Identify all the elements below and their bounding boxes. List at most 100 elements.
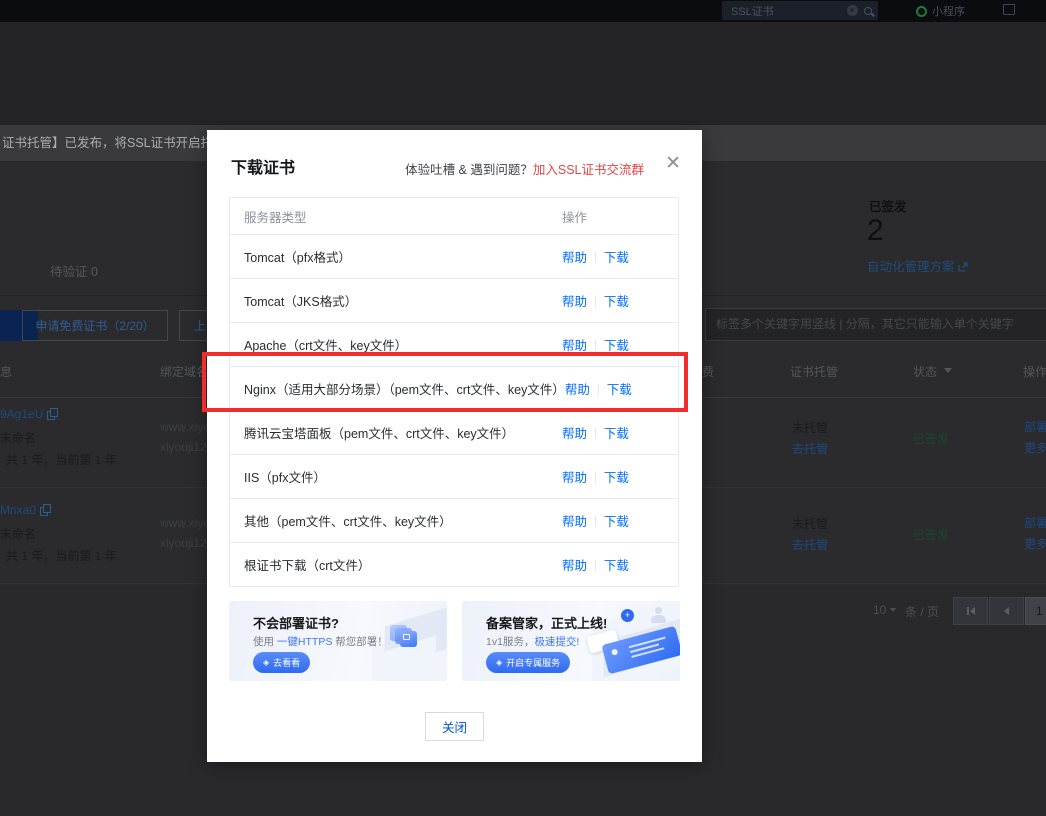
first-page-button[interactable] — [953, 597, 988, 625]
divider: | — [594, 558, 597, 571]
open-service-button[interactable]: ◈ 开启专属服务 — [486, 652, 571, 673]
table-row-tomcat-pfx: Tomcat（pfx格式） 帮助 | 下载 — [230, 234, 678, 278]
more-link[interactable]: 更多 — [1024, 535, 1046, 552]
promo-card-icp-butler[interactable]: + 备案管家，正式上线! 1v1服务，极速提交! ◈ 开启专属服务 — [462, 601, 680, 681]
page-background-upper — [0, 22, 1046, 125]
col-fee-fragment: 费 — [702, 365, 715, 379]
join-group-link[interactable]: 加入SSL证书交流群 — [533, 163, 644, 177]
hosting-state: 未托管 — [792, 517, 829, 531]
server-type-table: 服务器类型 操作 Tomcat（pfx格式） 帮助 | 下载 Tomcat（JKS格… — [229, 197, 679, 587]
apply-free-cert-button[interactable]: 申请免费证书（2/20） — [22, 310, 168, 341]
col-cert-hosting: 证书托管 — [790, 365, 839, 379]
search-value: SSL证书 — [731, 5, 774, 18]
col-bound-domain: 绑定域名 — [160, 365, 209, 379]
deploy-link[interactable]: 部署 — [1024, 418, 1046, 435]
divider: | — [596, 382, 600, 395]
download-link[interactable]: 下载 — [604, 291, 629, 310]
close-button[interactable]: 关闭 — [425, 712, 484, 741]
domain-line: www.xiyo — [160, 420, 211, 434]
help-link[interactable]: 帮助 — [562, 291, 587, 310]
auto-manage-link[interactable]: 自动化管理方案 — [867, 256, 968, 275]
download-link[interactable]: 下载 — [604, 335, 629, 354]
col-action: 操作 — [1023, 365, 1046, 379]
table-header-row: 服务器类型 操作 — [230, 198, 678, 234]
cert-id-link[interactable]: Mnxa0 — [0, 503, 52, 517]
chevron-down-icon — [890, 608, 897, 612]
issued-label: 已签发 — [869, 200, 907, 214]
help-link[interactable]: 帮助 — [562, 467, 587, 486]
divider: | — [594, 294, 597, 307]
help-link[interactable]: 帮助 — [562, 423, 587, 442]
issued-count: 2 — [867, 214, 884, 247]
table-row-other: 其他（pem文件、crt文件、key文件） 帮助 | 下载 — [230, 498, 678, 542]
col-info-fragment: 息 — [0, 365, 13, 379]
server-type-label: Apache（crt文件、key文件） — [244, 339, 408, 353]
table-row-bt-panel: 腾讯云宝塔面板（pem文件、crt文件、key文件） 帮助 | 下载 — [230, 410, 678, 454]
go-hosting-link[interactable]: 去托管 — [792, 440, 828, 457]
compass-icon: ◈ — [263, 657, 270, 667]
download-link[interactable]: 下载 — [604, 247, 629, 266]
divider: | — [594, 470, 597, 483]
more-link[interactable]: 更多 — [1024, 439, 1046, 456]
top-nav-bar: SSL证书 小程序 — [0, 0, 1046, 22]
cert-validity: ：共 1 年，当前第 1 年 — [0, 453, 117, 467]
clear-icon[interactable] — [847, 5, 858, 16]
cert-name: 未命名 — [0, 431, 37, 445]
copy-icon[interactable] — [40, 504, 52, 516]
search-icon[interactable] — [864, 6, 872, 15]
close-icon[interactable]: ✕ — [665, 154, 681, 173]
help-link[interactable]: 帮助 — [562, 335, 587, 354]
help-link[interactable]: 帮助 — [562, 247, 587, 266]
download-link[interactable]: 下载 — [604, 511, 629, 530]
server-type-label: 其他（pem文件、crt文件、key文件） — [244, 515, 452, 529]
tag-filter-input[interactable]: 标签多个关键字用竖线 | 分隔，其它只能输入单个关键字 — [705, 308, 1046, 341]
feedback-text: 体验吐槽 & 遇到问题？加入SSL证书交流群 — [405, 163, 644, 177]
cert-id-link[interactable]: 9Ag1eU — [0, 407, 59, 421]
mini-program-entry[interactable]: 小程序 — [916, 3, 965, 19]
download-cert-modal: 下载证书 体验吐槽 & 遇到问题？加入SSL证书交流群 ✕ 服务器类型 操作 T… — [207, 130, 702, 762]
status-filter-icon[interactable] — [944, 368, 952, 373]
table-row-nginx: Nginx（适用大部分场景）（pem文件、crt文件、key文件） 帮助 | 下载 — [230, 366, 678, 410]
prev-page-icon — [1004, 607, 1009, 615]
table-row-iis: IIS（pfx文件） 帮助 | 下载 — [230, 454, 678, 498]
download-link[interactable]: 下载 — [604, 423, 629, 442]
compass-icon: ◈ — [496, 657, 503, 667]
console-icon[interactable] — [1003, 4, 1015, 15]
go-hosting-link[interactable]: 去托管 — [792, 536, 828, 553]
divider: | — [594, 338, 597, 351]
help-link[interactable]: 帮助 — [565, 379, 590, 398]
col-status: 状态 — [913, 365, 938, 379]
promo-desc: 1v1服务，极速提交! — [486, 636, 580, 648]
promo-desc: 使用 一键HTTPS 帮您部署！ — [253, 636, 388, 648]
status-badge: 已签发 — [913, 432, 950, 446]
status-badge: 已签发 — [913, 528, 950, 542]
server-type-label: IIS（pfx文件） — [244, 471, 326, 485]
per-page-select[interactable]: 10 — [873, 603, 897, 617]
hosting-state: 未托管 — [792, 421, 829, 435]
server-type-label: Nginx（适用大部分场景）（pem文件、crt文件、key文件） — [244, 383, 565, 397]
deploy-link[interactable]: 部署 — [1024, 514, 1046, 531]
tab-pending-verify[interactable]: 待验证 0 — [50, 261, 98, 280]
download-link[interactable]: 下载 — [604, 467, 629, 486]
console-search-input[interactable]: SSL证书 — [722, 1, 878, 20]
table-row-root-cert: 根证书下载（crt文件） 帮助 | 下载 — [230, 542, 678, 586]
prev-page-button[interactable] — [989, 597, 1024, 625]
download-link[interactable]: 下载 — [607, 379, 632, 398]
cert-name: 未命名 — [0, 527, 37, 541]
current-page-input[interactable]: 1 — [1025, 597, 1046, 625]
col-server-type: 服务器类型 — [244, 210, 307, 225]
mini-program-label: 小程序 — [932, 6, 965, 18]
server-type-label: 腾讯云宝塔面板（pem文件、crt文件、key文件） — [244, 427, 515, 441]
divider: | — [594, 426, 597, 439]
promo-card-one-click-https[interactable]: 不会部署证书? 使用 一键HTTPS 帮您部署！ ◈ 去看看 — [229, 601, 447, 681]
domain-line: www.xiyo — [160, 516, 211, 530]
help-link[interactable]: 帮助 — [562, 511, 587, 530]
server-type-label: 根证书下载（crt文件） — [244, 559, 371, 573]
help-link[interactable]: 帮助 — [562, 555, 587, 574]
go-see-button[interactable]: ◈ 去看看 — [253, 652, 311, 673]
first-page-icon — [966, 607, 969, 615]
download-link[interactable]: 下载 — [604, 555, 629, 574]
divider: | — [594, 250, 597, 263]
promo-title: 不会部署证书? — [253, 616, 339, 631]
copy-icon[interactable] — [47, 408, 59, 420]
